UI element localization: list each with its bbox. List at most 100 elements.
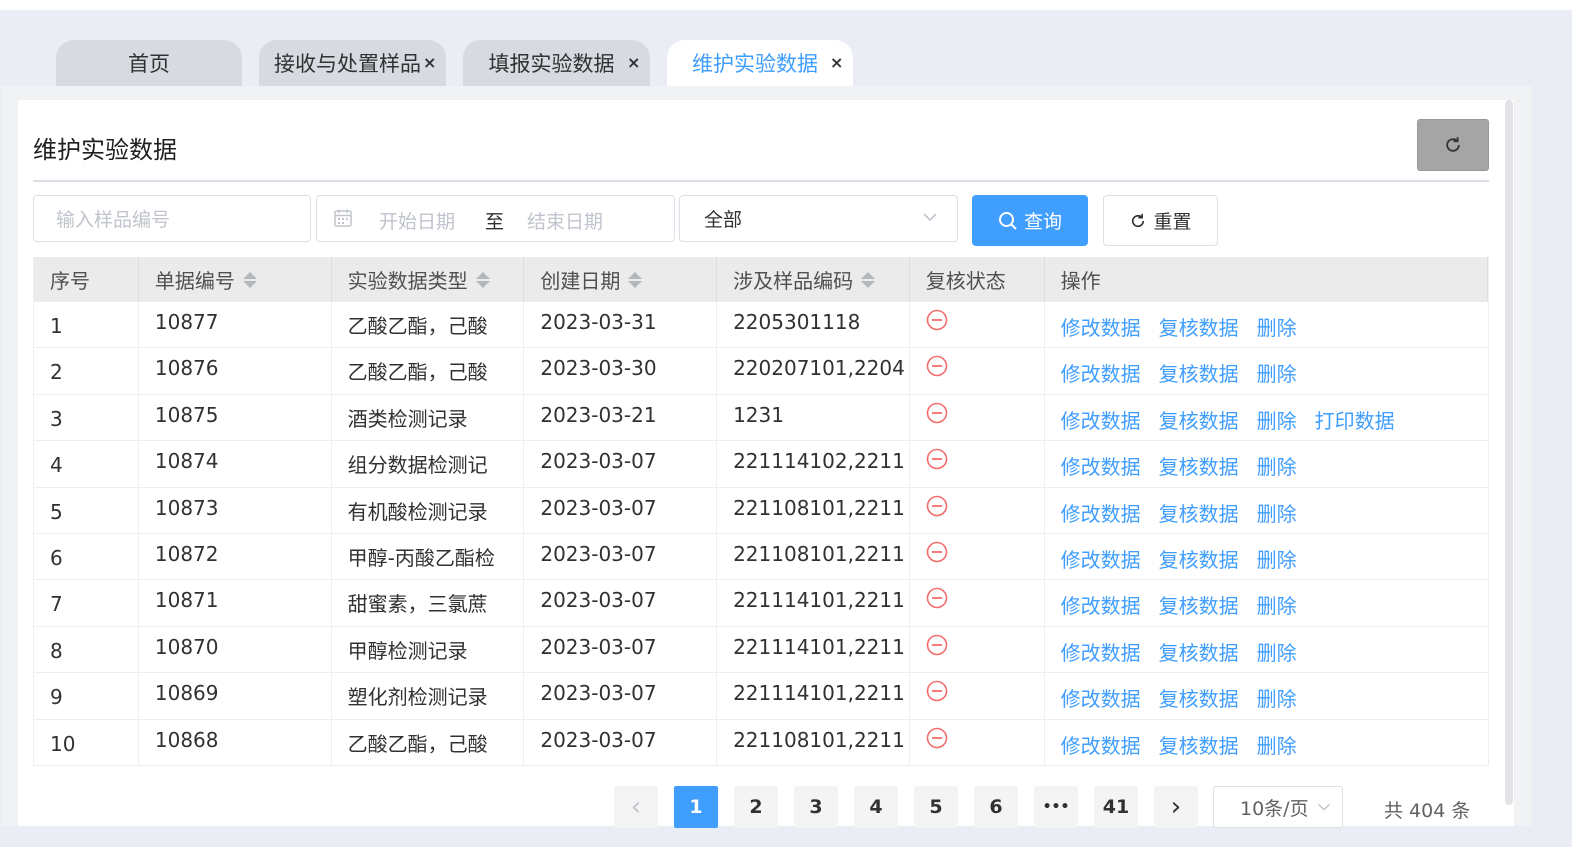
divider (33, 180, 1489, 182)
review-data-link[interactable]: 复核数据 (1159, 358, 1239, 387)
close-icon[interactable]: × (423, 53, 436, 72)
edit-data-link[interactable]: 修改数据 (1061, 544, 1141, 573)
review-data-link[interactable]: 复核数据 (1159, 730, 1239, 759)
page-button[interactable]: 2 (734, 786, 778, 828)
delete-link[interactable]: 删除 (1257, 358, 1297, 387)
cell-samples: 1231 (717, 394, 910, 441)
page-button[interactable]: 3 (794, 786, 838, 828)
cell-samples: 221108101,2211 (717, 533, 910, 580)
cell-actions: 修改数据 复核数据 删除 (1045, 627, 1488, 672)
close-icon[interactable]: × (830, 53, 843, 72)
delete-link[interactable]: 删除 (1257, 683, 1297, 712)
tab-maintain-data[interactable]: 维护实验数据 × (667, 40, 853, 86)
page-button[interactable]: 6 (974, 786, 1018, 828)
tab-fill-data[interactable]: 填报实验数据 × (463, 40, 650, 86)
page-button[interactable]: 5 (914, 786, 958, 828)
sort-icon[interactable] (628, 271, 643, 289)
close-icon[interactable]: × (627, 53, 640, 72)
next-page-button[interactable]: › (1154, 786, 1198, 828)
edit-data-link[interactable]: 修改数据 (1061, 405, 1141, 434)
review-data-link[interactable]: 复核数据 (1159, 637, 1239, 666)
search-button[interactable]: 查询 (972, 195, 1088, 246)
status-select[interactable]: 全部 (679, 195, 958, 242)
edit-data-link[interactable]: 修改数据 (1061, 312, 1141, 341)
tab-label: 首页 (128, 52, 170, 76)
cell-index: 4 (34, 441, 139, 487)
review-data-link[interactable]: 复核数据 (1159, 544, 1239, 573)
reset-button[interactable]: 重置 (1103, 195, 1218, 246)
column-header-doc-no[interactable]: 单据编号 (139, 257, 332, 302)
start-date-input[interactable]: 开始日期 (379, 207, 455, 234)
cell-index: 6 (34, 533, 139, 580)
column-header-status: 复核状态 (910, 257, 1045, 302)
cell-date: 2023-03-07 (524, 533, 718, 580)
delete-link[interactable]: 删除 (1257, 730, 1297, 759)
review-data-link[interactable]: 复核数据 (1159, 405, 1239, 434)
page-size-select[interactable]: 10条/页 (1213, 786, 1343, 828)
table-row: 4 10874 组分数据检测记 2023-03-07 221114102,2211 修改数… (34, 441, 1488, 488)
review-data-link[interactable]: 复核数据 (1159, 683, 1239, 712)
more-pages-button[interactable]: ••• (1034, 786, 1078, 828)
refresh-button[interactable] (1417, 119, 1489, 171)
sort-icon[interactable] (475, 271, 490, 289)
cell-status (910, 394, 1045, 441)
tab-home[interactable]: 首页 (56, 40, 242, 86)
delete-link[interactable]: 删除 (1257, 405, 1297, 434)
edit-data-link[interactable]: 修改数据 (1061, 358, 1141, 387)
edit-data-link[interactable]: 修改数据 (1061, 451, 1141, 480)
sample-number-input[interactable]: 输入样品编号 (33, 195, 311, 242)
page-button[interactable]: 4 (854, 786, 898, 828)
table-header: 序号 单据编号 实验数据类型 创建日期 涉及样品编码 复核状态 操作 (34, 257, 1488, 302)
delete-link[interactable]: 删除 (1257, 498, 1297, 527)
delete-link[interactable]: 删除 (1257, 451, 1297, 480)
edit-data-link[interactable]: 修改数据 (1061, 637, 1141, 666)
tab-label: 接收与处置样品 (274, 52, 421, 76)
cell-status (910, 673, 1045, 719)
edit-data-link[interactable]: 修改数据 (1061, 590, 1141, 619)
sort-icon[interactable] (242, 271, 257, 289)
sort-icon[interactable] (861, 271, 876, 289)
edit-data-link[interactable]: 修改数据 (1061, 498, 1141, 527)
delete-link[interactable]: 删除 (1257, 544, 1297, 573)
cell-samples: 221114101,2211 (717, 673, 910, 719)
reset-label: 重置 (1153, 211, 1192, 233)
cell-samples: 221114101,2211 (717, 626, 910, 673)
delete-link[interactable]: 删除 (1257, 590, 1297, 619)
tab-receive-samples[interactable]: 接收与处置样品 × (259, 40, 446, 86)
page-button[interactable]: 41 (1094, 786, 1138, 828)
minus-circle-icon (926, 448, 948, 470)
column-header-date[interactable]: 创建日期 (524, 257, 718, 302)
page-button[interactable]: 1 (674, 786, 718, 828)
print-data-link[interactable]: 打印数据 (1315, 405, 1395, 434)
date-range-picker[interactable]: 开始日期 至 结束日期 (316, 195, 675, 242)
cell-samples: 2205301118 (717, 302, 910, 348)
column-header-type[interactable]: 实验数据类型 (332, 257, 525, 302)
review-data-link[interactable]: 复核数据 (1159, 590, 1239, 619)
delete-link[interactable]: 删除 (1257, 637, 1297, 666)
cell-doc-no: 10868 (139, 719, 332, 765)
delete-link[interactable]: 删除 (1257, 312, 1297, 341)
cell-index: 2 (34, 348, 139, 394)
column-header-index: 序号 (34, 257, 139, 302)
review-data-link[interactable]: 复核数据 (1159, 451, 1239, 480)
cell-actions: 修改数据 复核数据 删除 (1045, 534, 1488, 579)
edit-data-link[interactable]: 修改数据 (1061, 730, 1141, 759)
edit-data-link[interactable]: 修改数据 (1061, 683, 1141, 712)
review-data-link[interactable]: 复核数据 (1159, 312, 1239, 341)
minus-circle-icon (926, 356, 948, 377)
cell-actions: 修改数据 复核数据 删除 (1045, 302, 1488, 347)
top-strip (0, 0, 1572, 10)
column-header-samples[interactable]: 涉及样品编码 (717, 257, 910, 302)
table-body: 1 10877 乙酸乙酯，己酸 2023-03-31 2205301118 修改数据 复核数… (34, 302, 1488, 766)
cell-type: 乙酸乙酯，己酸 (332, 302, 525, 348)
table-row: 2 10876 乙酸乙酯，己酸 2023-03-30 220207101,2204 修改数… (34, 348, 1488, 395)
review-data-link[interactable]: 复核数据 (1159, 498, 1239, 527)
cell-index: 9 (34, 673, 139, 719)
end-date-input[interactable]: 结束日期 (527, 207, 603, 234)
calendar-icon (334, 209, 352, 227)
cell-doc-no: 10874 (139, 441, 332, 487)
vertical-scrollbar[interactable] (1505, 100, 1513, 805)
cell-status (910, 302, 1045, 348)
cell-index: 7 (34, 580, 139, 626)
prev-page-button[interactable]: ‹ (614, 786, 658, 828)
